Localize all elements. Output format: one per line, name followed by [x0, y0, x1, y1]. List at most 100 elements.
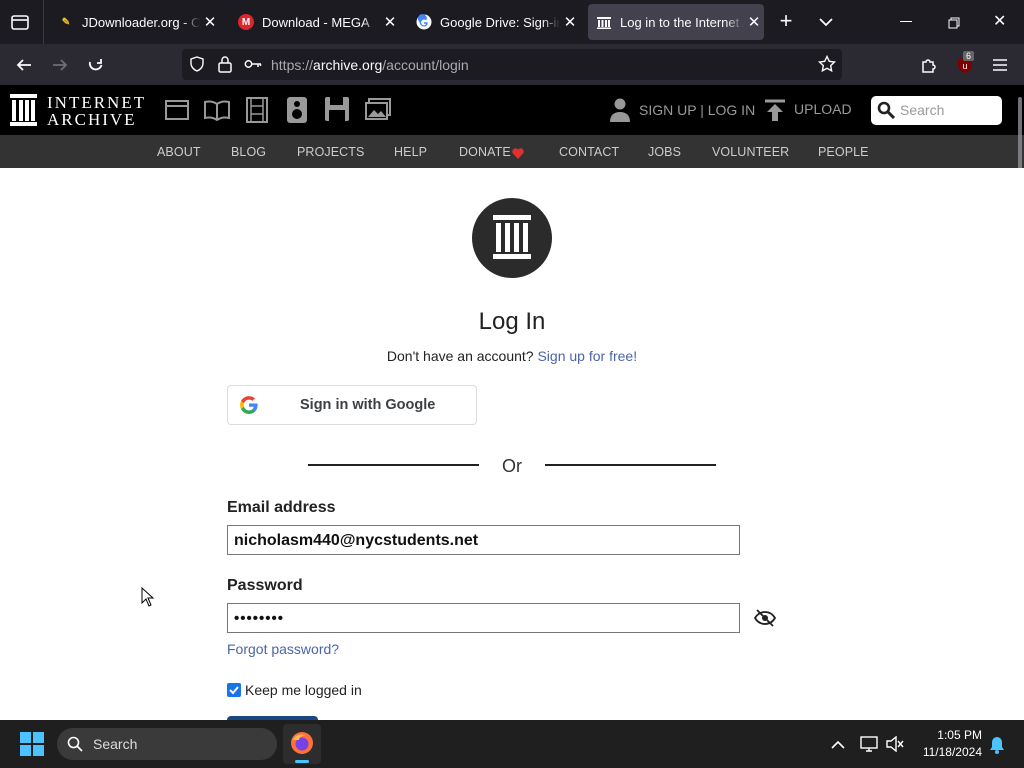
- archive-building-icon: [493, 215, 531, 259]
- lock-icon[interactable]: [217, 55, 233, 78]
- audio-speaker-icon[interactable]: [287, 97, 307, 128]
- search-placeholder: Search: [900, 102, 945, 118]
- chevron-up-icon[interactable]: [831, 737, 845, 755]
- nav-projects[interactable]: PROJECTS: [297, 145, 364, 159]
- key-icon[interactable]: [244, 57, 262, 76]
- extensions-puzzle-icon[interactable]: [917, 53, 941, 77]
- login-title: Log In: [478, 308, 546, 335]
- tab-title: Download - MEGA: [262, 14, 370, 30]
- tab-archive-login[interactable]: Log in to the Internet A ✕: [588, 4, 764, 40]
- close-icon[interactable]: ✕: [380, 13, 400, 31]
- network-icon[interactable]: [860, 735, 880, 758]
- nav-volunteer[interactable]: VOLUNTEER: [712, 145, 789, 159]
- taskbar-search[interactable]: Search: [57, 728, 277, 760]
- new-tab-icon[interactable]: +: [775, 10, 797, 32]
- close-icon[interactable]: ✕: [744, 13, 764, 31]
- email-field[interactable]: nicholasm440@nycstudents.net: [227, 525, 740, 555]
- google-signin-button[interactable]: Sign in with Google: [227, 385, 477, 425]
- active-app-indicator: [295, 760, 309, 763]
- close-icon[interactable]: ✕: [560, 13, 580, 31]
- ia-logo[interactable]: INTERNET ARCHIVE: [10, 93, 145, 129]
- window-close-icon[interactable]: ✕: [993, 14, 1009, 30]
- images-icon[interactable]: [365, 98, 391, 125]
- tab-title: Log in to the Internet A: [620, 14, 744, 30]
- keep-logged-label[interactable]: Keep me logged in: [245, 682, 362, 698]
- tab-title: JDownloader.org - Offi: [82, 14, 200, 30]
- reload-icon[interactable]: [84, 53, 108, 77]
- browser-tab-bar: ✎ JDownloader.org - Offi ✕ M Download - …: [0, 0, 1024, 44]
- texts-book-icon[interactable]: [204, 99, 230, 126]
- url-path: /account/login: [382, 57, 469, 73]
- ublock-origin-icon[interactable]: u 6: [953, 51, 977, 77]
- forward-icon[interactable]: [48, 53, 72, 77]
- archive-icon: [596, 14, 612, 30]
- url-prefix: https://: [271, 57, 314, 73]
- browser-nav-bar: https://archive.org/account/login u 6: [0, 44, 1024, 85]
- url-text[interactable]: https://archive.org/account/login: [271, 57, 469, 73]
- svg-text:u: u: [962, 61, 967, 71]
- password-label: Password: [227, 577, 303, 594]
- upload-link[interactable]: UPLOAD: [794, 101, 852, 117]
- nav-people[interactable]: PEOPLE: [818, 145, 869, 159]
- restore-icon[interactable]: [948, 16, 960, 29]
- nav-blog[interactable]: BLOG: [231, 145, 266, 159]
- keep-logged-checkbox[interactable]: [227, 683, 241, 697]
- search-icon: [67, 736, 83, 757]
- signup-prompt: Don't have an account? Sign up for free!: [0, 348, 1024, 364]
- no-account-text: Don't have an account?: [386, 348, 534, 364]
- windows-start-icon[interactable]: [20, 732, 44, 761]
- tab-list-chevron-icon[interactable]: [816, 12, 836, 32]
- email-value: nicholasm440@nycstudents.net: [234, 532, 479, 549]
- close-icon[interactable]: ✕: [200, 13, 220, 31]
- eye-slash-icon[interactable]: [753, 609, 777, 632]
- logo-line-2: ARCHIVE: [47, 110, 137, 129]
- tab-jdownloader[interactable]: ✎ JDownloader.org - Offi ✕: [52, 4, 220, 40]
- tab-google-drive[interactable]: Google Drive: Sign-in ✕: [412, 4, 580, 40]
- search-input[interactable]: Search: [871, 96, 1002, 125]
- mouse-cursor: [141, 586, 155, 612]
- shield-icon[interactable]: [189, 56, 205, 77]
- nav-contact[interactable]: CONTACT: [559, 145, 619, 159]
- notification-bell-icon[interactable]: [989, 736, 1005, 759]
- google-icon: [240, 396, 258, 419]
- password-value: ••••••••: [234, 610, 285, 627]
- hamburger-menu-icon[interactable]: [988, 53, 1012, 77]
- nav-help[interactable]: HELP: [394, 145, 427, 159]
- divider-right: [545, 464, 716, 466]
- or-text: Or: [502, 456, 522, 476]
- ia-nav-bar: ABOUT BLOG PROJECTS HELP DONATE CONTACT …: [0, 135, 1024, 168]
- forgot-password-link[interactable]: Forgot password?: [227, 641, 339, 657]
- software-floppy-icon[interactable]: [325, 97, 349, 126]
- upload-icon[interactable]: [765, 99, 785, 126]
- back-icon[interactable]: [12, 53, 36, 77]
- nav-about[interactable]: ABOUT: [157, 145, 201, 159]
- bookmark-star-icon[interactable]: [817, 54, 837, 78]
- jdownloader-icon: ✎: [61, 16, 71, 28]
- signup-login-link[interactable]: SIGN UP | LOG IN: [639, 102, 755, 118]
- signup-link[interactable]: Sign up for free!: [537, 348, 637, 364]
- password-field[interactable]: ••••••••: [227, 603, 740, 633]
- nav-jobs[interactable]: JOBS: [648, 145, 681, 159]
- search-icon: [877, 101, 896, 124]
- clock-date[interactable]: 11/18/2024: [910, 745, 982, 759]
- extension-badge: 6: [963, 51, 975, 61]
- google-button-label: Sign in with Google: [300, 397, 436, 413]
- tab-overview-icon[interactable]: [10, 12, 30, 32]
- tab-mega[interactable]: M Download - MEGA ✕: [232, 4, 400, 40]
- volume-muted-icon[interactable]: [886, 735, 904, 757]
- url-domain: archive.org: [313, 57, 383, 73]
- clock-time[interactable]: 1:05 PM: [910, 728, 982, 742]
- nav-donate[interactable]: DONATE: [459, 145, 511, 159]
- user-icon[interactable]: [610, 98, 630, 127]
- ia-top-header: INTERNET ARCHIVE SIGN UP | LOG IN UPLOAD…: [0, 85, 1024, 135]
- google-icon: [416, 14, 432, 30]
- video-film-icon[interactable]: [245, 97, 269, 128]
- divider-left: [308, 464, 479, 466]
- mega-icon: M: [238, 14, 254, 30]
- tab-title: Google Drive: Sign-in: [440, 14, 560, 30]
- web-icon[interactable]: [165, 99, 189, 126]
- firefox-taskbar-icon[interactable]: [283, 724, 321, 764]
- login-page: Log In Don't have an account? Sign up fo…: [0, 168, 1024, 726]
- minimize-icon[interactable]: [900, 21, 912, 22]
- url-bar[interactable]: https://archive.org/account/login: [182, 49, 842, 80]
